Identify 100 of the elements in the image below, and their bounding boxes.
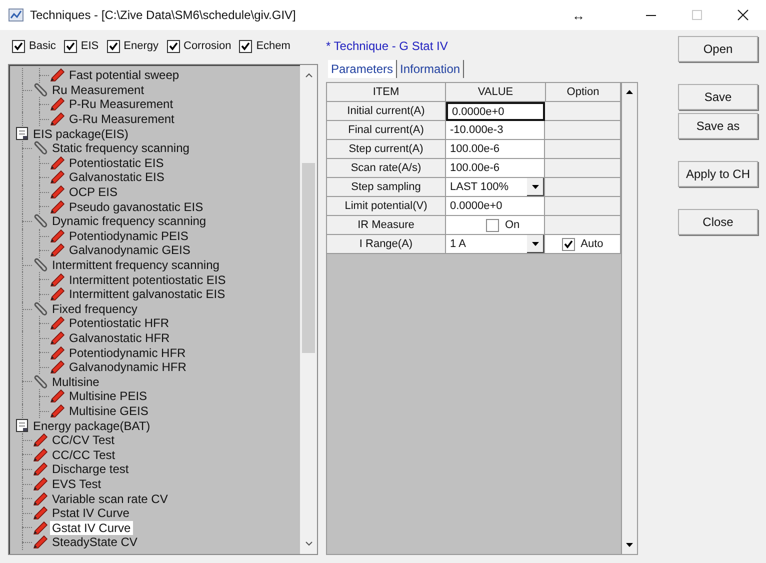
- parameter-name: Scan rate(A/s): [327, 159, 446, 178]
- filter-checkbox[interactable]: EIS: [64, 40, 99, 52]
- parameter-name: Final current(A): [327, 121, 446, 140]
- pencil-icon: [49, 97, 65, 112]
- dropdown-button[interactable]: [527, 235, 544, 253]
- tree-item[interactable]: EIS package(EIS): [31, 126, 130, 141]
- tree-item[interactable]: Gstat IV Curve: [50, 520, 133, 535]
- scroll-down-icon[interactable]: [304, 540, 314, 548]
- pencil-icon: [32, 476, 48, 491]
- close-icon[interactable]: [737, 9, 749, 21]
- scrollbar[interactable]: [300, 65, 317, 554]
- tree-item[interactable]: Fast potential sweep: [67, 68, 182, 82]
- tree-item[interactable]: CC/CC Test: [50, 448, 118, 462]
- pencil-icon: [32, 506, 48, 520]
- paperclip-icon: [32, 82, 48, 97]
- pencil-icon: [32, 462, 48, 476]
- tree-item[interactable]: Pstat IV Curve: [50, 506, 132, 520]
- action-button[interactable]: Save as: [678, 113, 758, 139]
- value-cell[interactable]: 0.0000e+0: [446, 197, 545, 216]
- tree-item[interactable]: Potentiodynamic PEIS: [67, 228, 190, 243]
- value-cell[interactable]: -10.000e-3: [446, 121, 545, 140]
- caret-icon: [532, 184, 538, 188]
- action-button[interactable]: Apply to CH: [678, 161, 758, 187]
- paperclip-icon: [32, 374, 48, 389]
- tree-item[interactable]: SteadyState CV: [50, 535, 140, 550]
- filter-checkbox[interactable]: Energy: [106, 40, 158, 52]
- tree-item[interactable]: Energy package(BAT): [31, 418, 152, 433]
- dropdown-value: 1 A: [450, 238, 467, 250]
- tree-item[interactable]: Intermittent frequency scanning: [50, 258, 222, 272]
- pencil-icon: [49, 287, 65, 302]
- tree-item[interactable]: P-Ru Measurement: [67, 97, 176, 112]
- auto-checkbox[interactable]: Auto: [562, 238, 604, 250]
- value-cell[interactable]: 1 A: [446, 235, 545, 254]
- tree-item[interactable]: Galvanostatic HFR: [67, 330, 172, 345]
- column-header: ITEM: [327, 83, 446, 102]
- paperclip-icon: [32, 258, 48, 272]
- tree-item[interactable]: Galvanodynamic GEIS: [67, 243, 192, 258]
- tree-item[interactable]: Intermittent potentiostatic EIS: [67, 272, 228, 287]
- tree-item[interactable]: EVS Test: [50, 476, 104, 491]
- value-text: 0.0000e+0: [452, 106, 504, 118]
- action-button[interactable]: Close: [678, 209, 758, 235]
- tab[interactable]: Parameters: [328, 60, 398, 78]
- tree-item[interactable]: Pseudo gavanostatic EIS: [67, 200, 206, 214]
- filter-checkbox[interactable]: Basic: [12, 40, 56, 52]
- tree-item[interactable]: Dynamic frequency scanning: [50, 214, 208, 228]
- value-cell[interactable]: LAST 100%: [446, 178, 545, 197]
- filter-checkbox[interactable]: Corrosion: [166, 40, 232, 52]
- document-icon: [15, 418, 29, 434]
- technique-title: * Technique - G Stat IV: [326, 38, 449, 55]
- tree-item[interactable]: G-Ru Measurement: [67, 112, 176, 126]
- tree-item[interactable]: CC/CV Test: [50, 433, 116, 448]
- value-cell[interactable]: 100.00e-6: [446, 159, 545, 178]
- tree-item[interactable]: Galvanodynamic HFR: [67, 360, 188, 374]
- on-checkbox[interactable]: On: [486, 218, 520, 232]
- tree-item[interactable]: Ru Measurement: [50, 82, 146, 97]
- scrollbar[interactable]: [621, 83, 637, 554]
- tree-item[interactable]: Potentiostatic HFR: [67, 316, 172, 330]
- tree-item[interactable]: OCP EIS: [67, 185, 120, 200]
- scroll-up-icon[interactable]: [625, 89, 634, 95]
- tree-item[interactable]: Multisine GEIS: [67, 404, 150, 418]
- parameter-name: Initial current(A): [327, 102, 446, 121]
- dropdown-button[interactable]: [527, 178, 544, 196]
- pencil-icon: [49, 156, 65, 170]
- parameter-name: Step current(A): [327, 140, 446, 159]
- tree-item[interactable]: Multisine: [50, 374, 102, 389]
- check-icon: [66, 42, 75, 50]
- check-icon: [168, 42, 178, 50]
- pencil-icon: [49, 243, 65, 258]
- scroll-up-icon[interactable]: [304, 71, 314, 79]
- tree-item[interactable]: Potentiostatic EIS: [67, 156, 166, 170]
- tree-item[interactable]: Discharge test: [50, 462, 131, 476]
- tree-item[interactable]: Potentiodynamic HFR: [67, 346, 188, 360]
- window-title: Techniques - [C:\Zive Data\SM6\schedule\giv.GIV]: [30, 8, 297, 22]
- paperclip-icon: [32, 302, 48, 316]
- pencil-icon: [49, 68, 65, 82]
- value-cell[interactable]: On: [446, 216, 545, 235]
- pencil-icon: [49, 404, 65, 418]
- pencil-icon: [49, 330, 65, 345]
- value-cell[interactable]: 0.0000e+0: [446, 102, 545, 121]
- value-text: -10.000e-3: [450, 124, 504, 136]
- value-cell[interactable]: 100.00e-6: [446, 140, 545, 159]
- tree-item[interactable]: Multisine PEIS: [67, 389, 150, 404]
- pencil-icon: [49, 389, 65, 404]
- tree-item[interactable]: Fixed frequency: [50, 302, 140, 316]
- paperclip-icon: [32, 214, 48, 228]
- document-icon: [15, 126, 29, 142]
- action-button[interactable]: Open: [678, 36, 758, 62]
- pencil-icon: [32, 520, 48, 535]
- tree-item[interactable]: Intermittent galvanostatic EIS: [67, 287, 228, 302]
- parameter-name: Limit potential(V): [327, 197, 446, 216]
- tree-item[interactable]: Static frequency scanning: [50, 141, 192, 156]
- pencil-icon: [49, 360, 65, 374]
- value-text: 0.0000e+0: [450, 200, 502, 212]
- paperclip-icon: [32, 141, 48, 156]
- scrollbar-thumb[interactable]: [302, 163, 315, 353]
- scroll-down-icon[interactable]: [625, 542, 634, 548]
- action-button[interactable]: Save: [678, 84, 758, 110]
- filter-checkbox[interactable]: Echem: [239, 40, 290, 52]
- tree-item[interactable]: Variable scan rate CV: [50, 492, 170, 506]
- tree-item[interactable]: Galvanostatic EIS: [67, 170, 166, 184]
